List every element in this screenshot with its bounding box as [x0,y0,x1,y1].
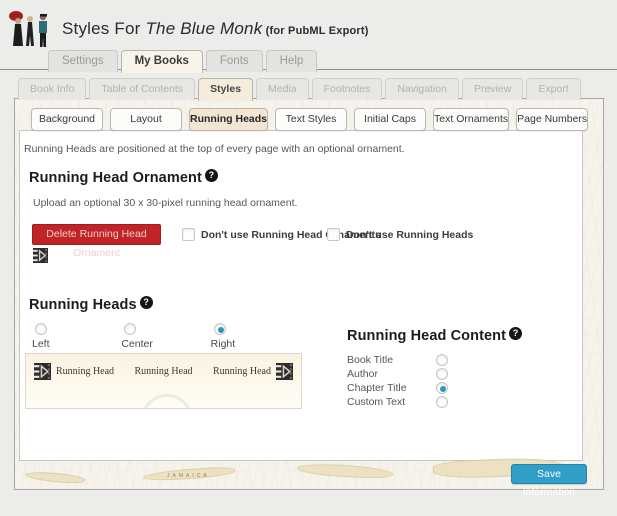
alignment-label: Center [121,338,210,350]
preview-ornament-icon [276,363,293,380]
content-heading-text: Running Head Content [347,328,506,344]
option-label: Custom Text [347,396,405,408]
option-label: Chapter Title [347,382,407,394]
tab-initial-caps[interactable]: Initial Caps [354,108,426,131]
tab-running-heads[interactable]: Running Heads [189,108,268,131]
book-title: The Blue Monk [145,19,262,38]
tab-my-books[interactable]: My Books [121,50,203,73]
alignment-label: Right [211,338,300,350]
preview-row: Running Head Running Head Running Head [34,363,293,380]
main-tab-bar: Settings My Books Fonts Help [48,50,317,72]
tab-export[interactable]: Export [526,78,580,100]
content-option-custom-text[interactable]: Custom Text [347,397,448,407]
style-tab-bar: Background Layout Running Heads Text Sty… [31,108,588,131]
page-title: Styles For The Blue Monk (for PubML Expo… [62,19,369,39]
book-tab-bar: Book Info Table of Contents Styles Media… [18,78,581,100]
preview-ornament-icon [34,363,51,380]
tab-text-ornaments[interactable]: Text Ornaments [433,108,509,131]
content-option-author[interactable]: Author [347,369,448,379]
tab-help[interactable]: Help [266,50,318,72]
help-icon[interactable]: ? [509,327,522,340]
tab-navigation[interactable]: Navigation [385,78,459,100]
content-option-book-title[interactable]: Book Title [347,355,448,365]
content-section-heading: Running Head Content? [347,327,522,344]
preview-text: Running Head [213,366,271,377]
tab-page-numbers[interactable]: Page Numbers [516,108,588,131]
radio-right[interactable] [214,323,226,335]
tab-table-of-contents[interactable]: Table of Contents [89,78,195,100]
title-suffix: (for PubML Export) [262,25,368,37]
preview-text: Running Head [134,366,192,377]
tab-media[interactable]: Media [256,78,309,100]
ornament-section-heading: Running Head Ornament? [29,169,218,186]
preview-left: Running Head [34,363,114,380]
app-window: Styles For The Blue Monk (for PubML Expo… [0,0,617,516]
alignment-option-center[interactable]: Center [121,323,210,350]
help-icon[interactable]: ? [205,169,218,182]
content-options: Book Title Author Chapter Title Custom T… [347,355,448,407]
preview-text: Running Head [56,366,114,377]
running-heads-section-heading: Running Heads? [29,296,153,313]
checkbox-no-running-heads[interactable]: Don't use Running Heads [327,228,473,241]
content-option-chapter-title[interactable]: Chapter Title [347,383,448,393]
app-logo-people-icon [8,8,52,50]
alignment-option-right[interactable]: Right [211,323,300,350]
radio-author[interactable] [436,368,448,380]
radio-book-title[interactable] [436,354,448,366]
ornament-heading-text: Running Head Ornament [29,170,202,186]
alignment-label: Left [32,338,121,350]
intro-text: Running Heads are positioned at the top … [24,143,405,155]
map-island-shape [297,462,393,479]
tab-preview[interactable]: Preview [462,78,523,100]
preview-right: Running Head [213,363,293,380]
radio-center[interactable] [124,323,136,335]
help-icon[interactable]: ? [140,296,153,309]
upload-hint: Upload an optional 30 x 30-pixel running… [33,197,297,209]
delete-ornament-button[interactable]: Delete Running Head Ornament [32,224,161,245]
radio-left[interactable] [35,323,47,335]
tab-background[interactable]: Background [31,108,103,131]
tab-layout[interactable]: Layout [110,108,182,131]
tab-styles[interactable]: Styles [198,78,253,101]
radio-chapter-title[interactable] [436,382,448,394]
tab-text-styles[interactable]: Text Styles [275,108,347,131]
tab-book-info[interactable]: Book Info [18,78,86,100]
running-heads-heading-text: Running Heads [29,297,137,313]
alignment-options: Left Center Right [32,323,300,350]
tab-fonts[interactable]: Fonts [206,50,263,72]
preview-watermark [141,394,193,409]
alignment-option-left[interactable]: Left [32,323,121,350]
option-label: Author [347,368,378,380]
tab-footnotes[interactable]: Footnotes [312,78,383,100]
map-island-shape [25,470,86,485]
ornament-thumbnail-icon [33,248,48,263]
option-label: Book Title [347,354,393,366]
checkbox-icon[interactable] [182,228,195,241]
radio-custom-text[interactable] [436,396,448,408]
map-label: JAMAICA [167,473,210,479]
running-heads-card: Running Heads are positioned at the top … [19,130,583,461]
checkbox-icon[interactable] [327,228,340,241]
tab-settings[interactable]: Settings [48,50,118,72]
preview-center: Running Head [134,366,192,377]
styles-panel: Background Layout Running Heads Text Sty… [14,98,604,490]
save-information-button[interactable]: Save Information [511,464,587,484]
running-head-preview: Running Head Running Head Running Head [25,353,302,409]
checkbox-label: Don't use Running Heads [346,229,473,241]
app-header: Styles For The Blue Monk (for PubML Expo… [8,8,369,50]
title-prefix: Styles For [62,19,145,38]
